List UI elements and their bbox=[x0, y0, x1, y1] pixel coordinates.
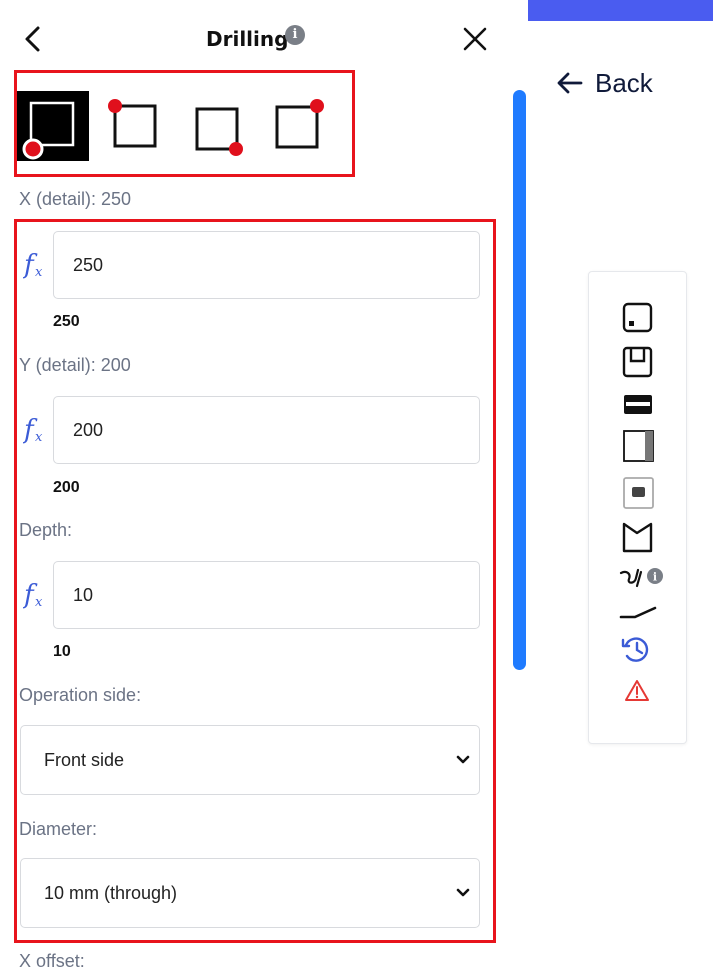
back-link[interactable]: Back bbox=[556, 66, 653, 100]
top-bar bbox=[528, 0, 713, 21]
cutout-icon bbox=[622, 522, 653, 553]
operation-side-select[interactable]: Front side bbox=[20, 725, 480, 795]
depth-label: Depth: bbox=[19, 520, 73, 540]
corner-top-left-button[interactable] bbox=[103, 91, 175, 161]
svg-text:x: x bbox=[35, 430, 43, 445]
y-computed-value: 200 bbox=[53, 479, 80, 496]
panel-title: Drilling bbox=[206, 27, 289, 51]
side-panel-icon bbox=[623, 430, 654, 462]
right-area: Back i bbox=[528, 0, 713, 975]
close-icon[interactable] bbox=[458, 22, 492, 56]
diameter-label: Diameter: bbox=[19, 819, 98, 839]
x-input-value: 250 bbox=[73, 254, 104, 275]
diameter-select[interactable]: 10 mm (through) bbox=[20, 858, 480, 928]
pocket-tool[interactable] bbox=[617, 475, 659, 511]
line-tool[interactable] bbox=[617, 598, 659, 634]
cutout-tool[interactable] bbox=[617, 520, 659, 556]
panel-drill-icon bbox=[622, 302, 653, 333]
depth-input-value: 10 bbox=[73, 584, 94, 605]
tool-palette: i bbox=[588, 271, 687, 744]
scrollbar-thumb[interactable] bbox=[513, 90, 526, 670]
history-tool[interactable] bbox=[617, 632, 659, 668]
arrow-left-icon bbox=[557, 72, 583, 94]
diameter-value: 10 mm (through) bbox=[44, 882, 178, 903]
pocket-icon bbox=[623, 477, 654, 509]
groove-tool[interactable] bbox=[617, 344, 659, 380]
formula-y-icon[interactable]: f x bbox=[23, 413, 49, 447]
x-computed-value: 250 bbox=[53, 313, 80, 330]
panel-drill-tool[interactable] bbox=[617, 300, 659, 336]
chevron-down-icon bbox=[456, 755, 470, 764]
back-label: Back bbox=[595, 67, 653, 98]
operation-side-label: Operation side: bbox=[19, 685, 142, 705]
side-panel-tool[interactable] bbox=[617, 428, 659, 464]
formula-x-icon[interactable]: f x bbox=[23, 248, 49, 282]
edge-band-tool[interactable] bbox=[617, 388, 659, 424]
warning-icon bbox=[625, 680, 649, 701]
formula-depth-icon[interactable]: f x bbox=[23, 578, 49, 612]
info-icon[interactable]: i bbox=[285, 25, 305, 45]
y-input[interactable]: 200 bbox=[53, 396, 480, 464]
corner-bottom-right-button[interactable] bbox=[185, 91, 257, 161]
svg-text:x: x bbox=[35, 595, 43, 610]
x-input[interactable]: 250 bbox=[53, 231, 480, 299]
curve-tool-icon: i bbox=[619, 568, 663, 588]
line-tool-icon bbox=[619, 606, 657, 619]
warning-tool[interactable] bbox=[617, 675, 659, 711]
svg-text:x: x bbox=[35, 265, 43, 280]
y-detail-label: Y (detail): 200 bbox=[19, 355, 131, 375]
corner-bottom-left-button[interactable] bbox=[17, 91, 89, 161]
corner-top-right-button[interactable] bbox=[265, 91, 337, 161]
x-detail-label: X (detail): 250 bbox=[19, 189, 132, 209]
edge-band-icon bbox=[624, 395, 652, 414]
x-offset-label: X offset: bbox=[19, 951, 85, 971]
y-input-value: 200 bbox=[73, 419, 104, 440]
svg-text:i: i bbox=[653, 571, 657, 584]
depth-computed-value: 10 bbox=[53, 643, 71, 660]
curve-tool[interactable]: i bbox=[617, 564, 677, 600]
chevron-down-icon bbox=[456, 888, 470, 897]
groove-icon bbox=[622, 346, 653, 378]
drilling-panel: Drilling i X (detail): 250 f x 250 250 Y… bbox=[0, 0, 528, 975]
back-chevron-icon[interactable] bbox=[18, 22, 48, 56]
history-icon bbox=[621, 637, 649, 662]
operation-side-value: Front side bbox=[44, 749, 125, 770]
depth-input[interactable]: 10 bbox=[53, 561, 480, 629]
